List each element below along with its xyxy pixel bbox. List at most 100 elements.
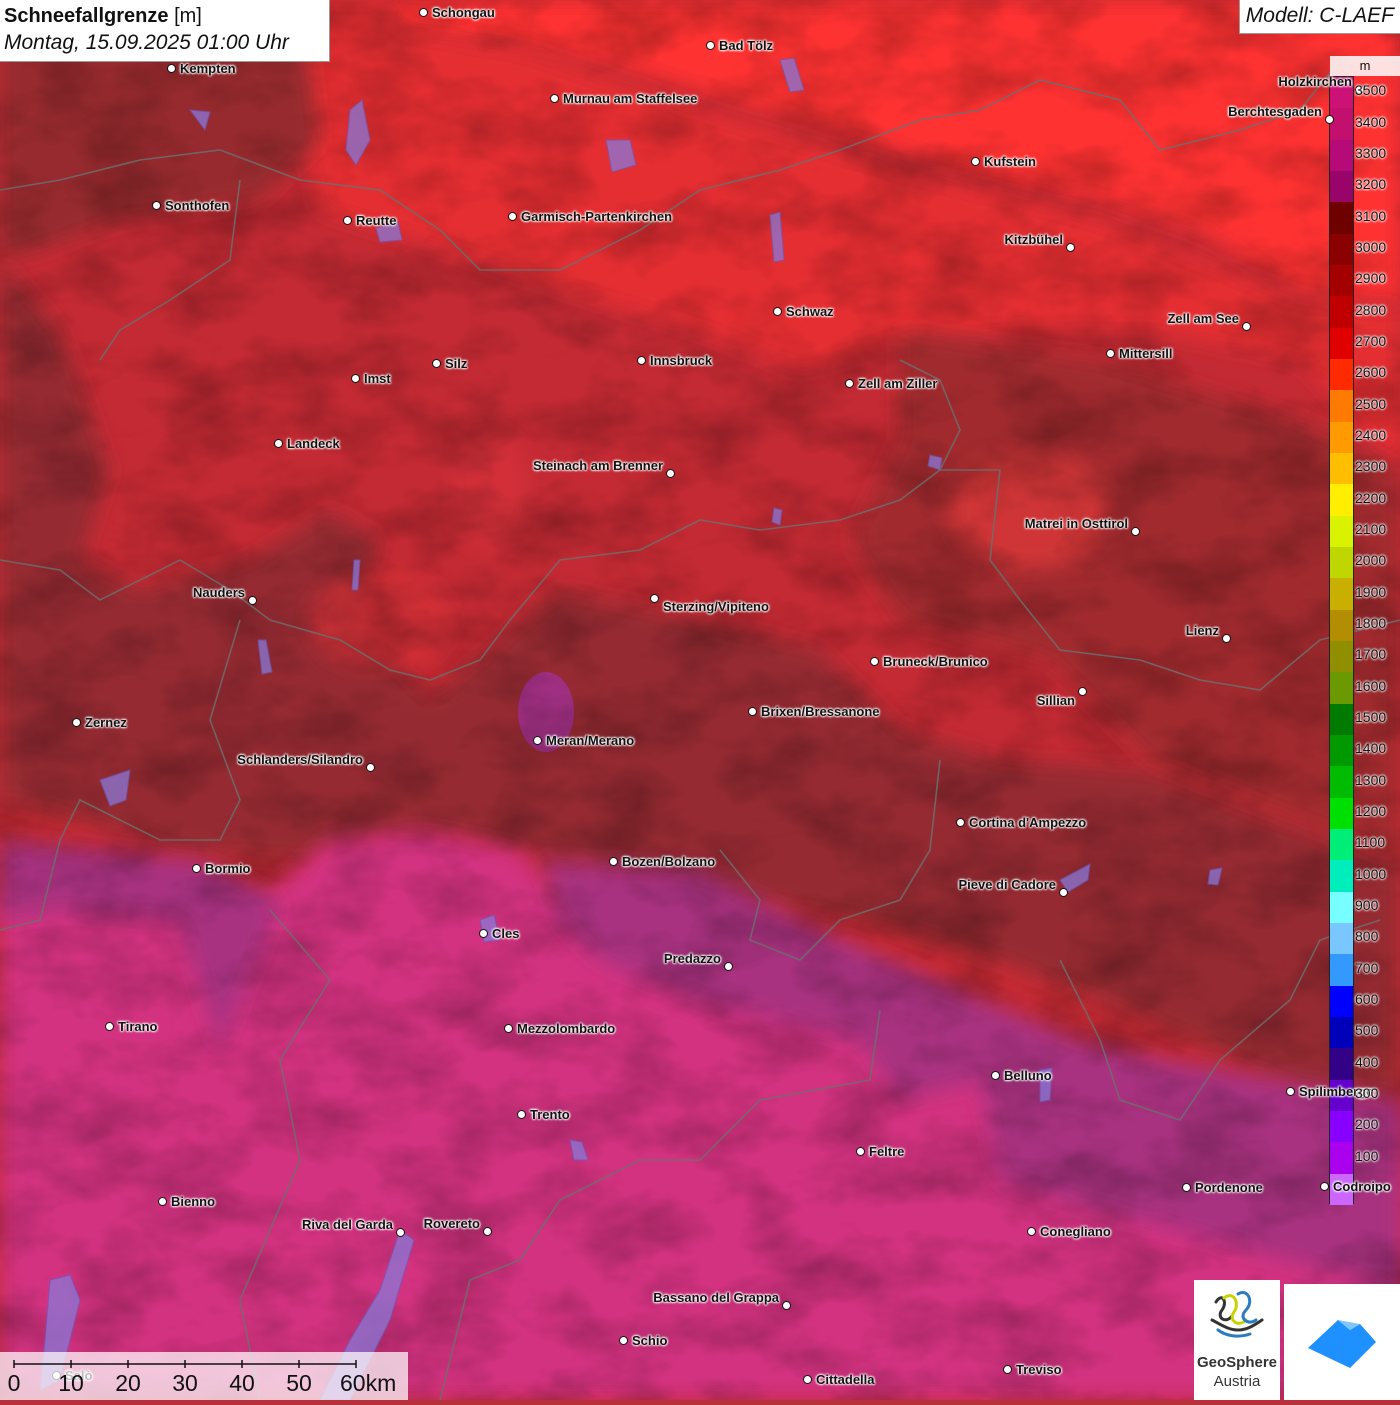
city-marker[interactable] [248,596,257,605]
app-logo-icon [1308,1318,1378,1368]
city-marker[interactable] [803,1375,812,1384]
city-label: Bozen/Bolzano [622,854,716,869]
city-marker[interactable] [845,379,854,388]
geosphere-logo[interactable]: GeoSphere Austria [1194,1280,1280,1400]
city-label: Predazzo [663,951,721,966]
city-label: Bruneck/Brunico [883,654,988,669]
city-marker[interactable] [666,469,675,478]
city-label: Codroipo [1333,1179,1391,1194]
city-marker[interactable] [192,864,201,873]
geosphere-logo-icon [1210,1291,1264,1338]
legend-label: 200 [1355,1116,1379,1133]
legend-swatch [1330,1017,1353,1049]
city-label: Pordenone [1195,1180,1263,1195]
city-marker[interactable] [105,1022,114,1031]
city-marker[interactable] [1320,1182,1329,1191]
legend-label: 2100 [1355,521,1387,537]
city-marker[interactable] [1242,322,1251,331]
city-marker[interactable] [419,8,428,17]
city-marker[interactable] [637,356,646,365]
city-marker[interactable] [432,359,441,368]
city-marker[interactable] [1131,527,1140,536]
city-marker[interactable] [550,94,559,103]
city-marker[interactable] [274,439,283,448]
city-marker[interactable] [724,962,733,971]
city-marker[interactable] [351,374,360,383]
legend-label: 2700 [1355,333,1387,349]
city-label: Trento [530,1107,570,1122]
city-label: Bad Tölz [719,38,774,53]
city-marker[interactable] [1182,1183,1191,1192]
city-marker[interactable] [1106,349,1115,358]
city-marker[interactable] [158,1197,167,1206]
city-marker[interactable] [508,212,517,221]
city-marker[interactable] [1325,115,1334,124]
legend-swatch [1330,860,1353,893]
city-label: Kufstein [984,154,1036,169]
city-label: Pieve di Cadore [958,877,1056,892]
legend-swatch [1330,891,1353,924]
city-label: Schwaz [786,304,834,319]
legend-label: 2600 [1355,364,1387,381]
city-label: Innsbruck [650,353,713,368]
legend-swatch [1330,1111,1353,1143]
legend-label: 2900 [1355,270,1387,287]
city-label: Brixen/Bressanone [761,704,880,719]
city-label: Schongau [432,5,495,20]
city-marker[interactable] [1286,1087,1295,1096]
app-logo[interactable] [1284,1284,1400,1400]
city-marker[interactable] [396,1228,405,1237]
city-marker[interactable] [991,1071,1000,1080]
city-marker[interactable] [366,763,375,772]
legend-swatch [1330,390,1353,423]
city-marker[interactable] [483,1227,492,1236]
legend-unit: m [1330,56,1400,76]
city-marker[interactable] [517,1110,526,1119]
city-marker[interactable] [152,201,161,210]
city-marker[interactable] [650,594,659,603]
city-marker[interactable] [479,929,488,938]
city-label: Belluno [1004,1068,1052,1083]
city-marker[interactable] [343,216,352,225]
legend-swatch [1330,797,1353,830]
city-label: Bienno [171,1194,216,1209]
legend-label: 2000 [1355,552,1387,569]
legend-swatch [1330,484,1353,517]
city-marker[interactable] [1003,1365,1012,1374]
city-marker[interactable] [706,41,715,50]
city-marker[interactable] [1059,888,1068,897]
city-marker[interactable] [1027,1227,1036,1236]
city-marker[interactable] [533,736,542,745]
legend-label: 1500 [1355,709,1387,725]
city-marker[interactable] [971,157,980,166]
city-label: Zell am See [1167,311,1239,326]
city-label: Mezzolombardo [517,1021,616,1036]
city-label: Holzkirchen [1278,74,1352,89]
city-marker[interactable] [1066,243,1075,252]
legend-swatch [1330,703,1353,736]
city-marker[interactable] [773,307,782,316]
city-marker[interactable] [167,64,176,73]
legend-label: 800 [1355,928,1379,945]
city-marker[interactable] [856,1147,865,1156]
city-marker[interactable] [609,857,618,866]
city-marker[interactable] [619,1336,628,1345]
city-label: Kitzbühel [1004,232,1064,247]
city-marker[interactable] [1222,634,1231,643]
city-marker[interactable] [782,1301,791,1310]
city-label: Cortina d'Ampezzo [969,815,1087,830]
city-label: Riva del Garda [301,1217,393,1232]
city-label: Sillian [1036,693,1075,708]
city-marker[interactable] [748,707,757,716]
city-marker[interactable] [72,718,81,727]
legend-label: 2500 [1355,395,1387,412]
scale-label: 30 [172,1370,198,1396]
city-label: Rovereto [423,1216,480,1231]
city-marker[interactable] [956,818,965,827]
city-marker[interactable] [1078,687,1087,696]
map-title-parameter: Schneefallgrenze [4,5,169,27]
model-label: Modell: C-LAEF [1238,0,1400,34]
city-marker[interactable] [870,657,879,666]
city-marker[interactable] [504,1024,513,1033]
legend-swatch [1330,515,1353,548]
